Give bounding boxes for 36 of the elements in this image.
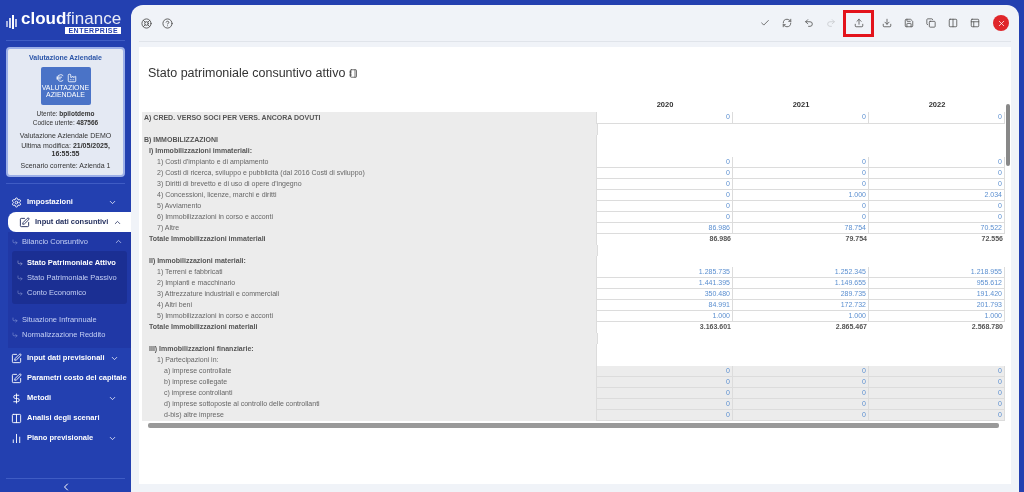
arrow-icon: [12, 238, 18, 245]
copy-icon: [925, 18, 936, 28]
dollar-icon: [11, 392, 22, 404]
bar-chart-icon: [11, 432, 22, 444]
logo-bars-icon: [6, 15, 18, 29]
undo-icon: [803, 18, 814, 28]
close-button[interactable]: [993, 15, 1009, 31]
redo-icon: [825, 18, 836, 28]
save-icon: [903, 18, 914, 28]
close-icon: [996, 18, 1006, 28]
horizontal-scrollbar[interactable]: [148, 423, 999, 428]
vertical-scrollbar[interactable]: [1006, 104, 1010, 166]
columns-icon: [11, 412, 22, 424]
toolbar-button[interactable]: [843, 9, 874, 37]
pencil-square-icon: [11, 372, 22, 384]
check-icon: [759, 18, 770, 28]
download-icon: [881, 18, 892, 28]
arrow-icon: [17, 289, 23, 296]
arrow-icon: [12, 331, 18, 338]
page-title: Stato patrimoniale consuntivo attivo: [148, 64, 346, 82]
euro-icon: [54, 73, 65, 83]
pencil-square-icon: [11, 352, 22, 364]
refresh-icon: [781, 18, 792, 28]
brand-name: cloudfinance: [21, 10, 122, 27]
arrow-icon: [17, 274, 23, 281]
arrow-icon: [12, 316, 18, 323]
factory-icon: [66, 73, 77, 83]
lifebuoy-icon[interactable]: [141, 17, 152, 29]
arrow-icon: [17, 259, 23, 266]
pencil-square-icon: [19, 216, 30, 228]
gear-icon: [11, 196, 22, 208]
help-icon[interactable]: [162, 17, 173, 29]
notebook-icon[interactable]: [349, 68, 359, 78]
upload-icon: [853, 18, 864, 28]
layout-icon: [969, 18, 980, 28]
columns-icon: [947, 18, 958, 28]
